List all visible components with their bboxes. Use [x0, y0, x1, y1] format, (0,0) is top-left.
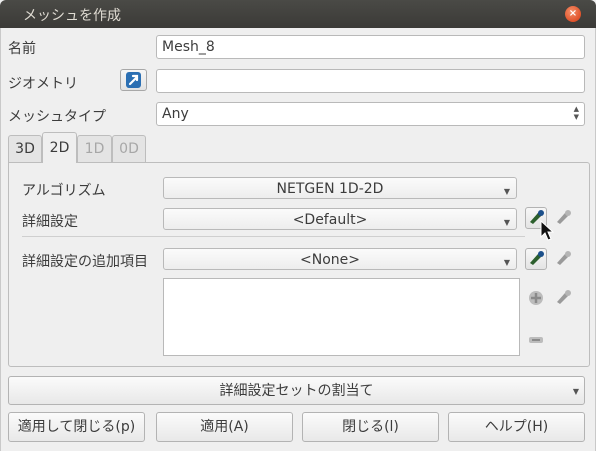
- window-title: メッシュを作成: [23, 8, 121, 24]
- mesh-type-select[interactable]: Any ▲ ▼: [156, 102, 585, 126]
- new-hypothesis-icon: [557, 290, 571, 304]
- new-hypothesis-button[interactable]: [552, 207, 574, 229]
- additional-hypothesis-label: 詳細設定の追加項目: [22, 254, 148, 270]
- select-geometry-button[interactable]: [120, 69, 147, 91]
- edit-additional-hypothesis-button[interactable]: [525, 248, 547, 270]
- chevron-down-icon: ▼: [503, 218, 510, 227]
- separator: [22, 236, 525, 237]
- close-window-button[interactable]: ×: [565, 6, 581, 22]
- assign-hypothesis-set-button[interactable]: 詳細設定セットの割当て ▼: [8, 376, 585, 405]
- hypothesis-label: 詳細設定: [22, 214, 78, 230]
- new-hypothesis-icon: [557, 210, 571, 224]
- apply-button[interactable]: 適用(A): [156, 412, 293, 442]
- geometry-field[interactable]: [156, 69, 585, 93]
- tab-2d[interactable]: 2D: [42, 132, 77, 163]
- apply-and-close-button[interactable]: 適用して閉じる(p): [8, 412, 145, 442]
- close-button[interactable]: 閉じる(l): [302, 412, 439, 442]
- hypothesis-select[interactable]: <Default> ▼: [163, 208, 517, 230]
- algorithm-label: アルゴリズム: [22, 183, 106, 199]
- assign-hypothesis-set-label: 詳細設定セットの割当て: [219, 383, 374, 399]
- select-arrow-icon: [126, 72, 141, 88]
- edit-list-hypothesis-button[interactable]: [552, 287, 574, 309]
- close-icon: ×: [568, 8, 578, 19]
- tab-0d[interactable]: 0D: [112, 135, 146, 162]
- minus-icon: [529, 337, 543, 343]
- help-button[interactable]: ヘルプ(H): [448, 412, 585, 442]
- geometry-label: ジオメトリ: [8, 76, 78, 92]
- dialog-body: 名前 Mesh_8 ジオメトリ メッシュタイプ Any ▲ ▼ 3D 2D 1D …: [0, 28, 596, 451]
- additional-hypothesis-list[interactable]: [163, 278, 520, 356]
- chevron-down-icon: ▼: [572, 387, 579, 396]
- new-additional-hypothesis-button[interactable]: [552, 248, 574, 270]
- name-label: 名前: [8, 41, 36, 57]
- tab-panel-2d: アルゴリズム NETGEN 1D-2D ▼ 詳細設定 <Default> ▼ 詳…: [8, 162, 590, 367]
- add-hypothesis-button[interactable]: [525, 287, 547, 309]
- tab-3d[interactable]: 3D: [8, 135, 42, 162]
- edit-hypothesis-icon: [530, 251, 544, 265]
- mouse-cursor-icon: [540, 220, 554, 241]
- algorithm-value: NETGEN 1D-2D: [276, 181, 384, 197]
- hypothesis-value: <Default>: [292, 212, 368, 228]
- title-bar: メッシュを作成 ×: [0, 0, 596, 28]
- mesh-type-value: Any: [162, 106, 189, 122]
- new-hypothesis-icon: [557, 251, 571, 265]
- remove-hypothesis-button[interactable]: [525, 329, 547, 351]
- tab-1d[interactable]: 1D: [77, 135, 112, 162]
- mesh-type-label: メッシュタイプ: [8, 109, 106, 125]
- additional-hypothesis-value: <None>: [300, 252, 360, 268]
- additional-hypothesis-select[interactable]: <None> ▼: [163, 248, 517, 270]
- spin-arrows-icon: ▲ ▼: [573, 105, 579, 121]
- plus-icon: [529, 291, 543, 305]
- chevron-down-icon: ▼: [503, 258, 510, 267]
- algorithm-select[interactable]: NETGEN 1D-2D ▼: [163, 177, 517, 199]
- chevron-down-icon: ▼: [503, 187, 510, 196]
- name-input[interactable]: Mesh_8: [156, 35, 585, 59]
